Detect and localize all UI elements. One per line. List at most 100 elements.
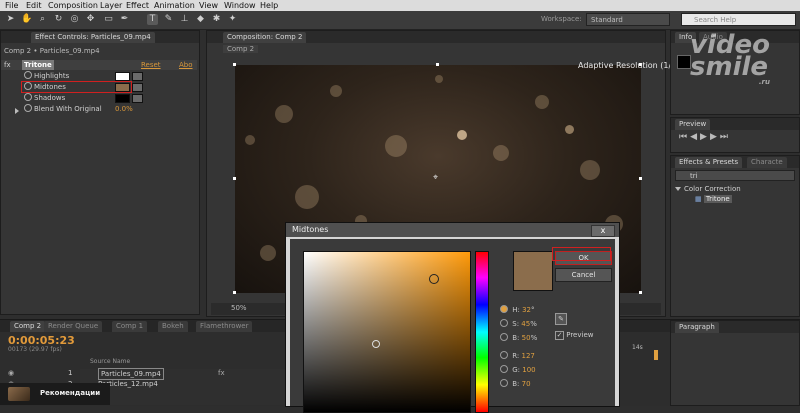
twirl-icon[interactable] <box>15 107 22 117</box>
zoom-select[interactable]: 50% <box>231 304 247 312</box>
menu-effect[interactable]: Effect <box>126 0 149 11</box>
resize-handle[interactable] <box>233 291 236 294</box>
workspace-label: Workspace: <box>541 15 582 23</box>
layer-row[interactable]: ◉ 1 Particles_09.mp4 fx <box>8 368 288 380</box>
pen-tool-icon[interactable]: ✒ <box>119 14 130 25</box>
preview-tabbar: Preview <box>671 118 799 130</box>
category-color-correction[interactable]: Color Correction <box>675 185 741 193</box>
resize-handle[interactable] <box>639 291 642 294</box>
menu-file[interactable]: File <box>5 0 18 11</box>
rectangle-tool-icon[interactable]: ▭ <box>103 14 114 25</box>
effect-header-row: fx Tritone Reset Abo <box>1 60 197 70</box>
tab-comp-2[interactable]: Comp 2 <box>10 321 46 332</box>
menu-layer[interactable]: Layer <box>100 0 122 11</box>
menu-view[interactable]: View <box>199 0 218 11</box>
red-field[interactable]: R: 127 <box>500 351 535 361</box>
effect-item-label: Tritone <box>703 195 732 203</box>
tab-effects-presets[interactable]: Effects & Presets <box>675 157 743 168</box>
bokeh-particle <box>493 145 509 161</box>
highlights-swatch[interactable] <box>115 72 130 81</box>
hue-slider[interactable] <box>475 251 489 413</box>
tab-comp-1[interactable]: Comp 1 <box>112 321 148 332</box>
zoom-tool-icon[interactable]: ⌕ <box>37 14 48 25</box>
cancel-button[interactable]: Cancel <box>555 268 612 282</box>
playback-controls[interactable]: ⏮◀▶▶⏭ <box>679 132 731 142</box>
resize-handle[interactable] <box>233 177 236 180</box>
brightness-field[interactable]: B: 50% <box>500 333 537 343</box>
roto-brush-tool-icon[interactable]: ✱ <box>211 14 222 25</box>
fx-icon[interactable]: fx <box>4 60 11 70</box>
hue-field[interactable]: H: 32° <box>500 305 535 315</box>
tab-preview[interactable]: Preview <box>675 119 711 130</box>
radio-icon <box>500 379 508 387</box>
hand-tool-icon[interactable]: ✋ <box>21 14 32 25</box>
selection-tool-icon[interactable]: ➤ <box>5 14 16 25</box>
recommendations-thumbnail <box>8 387 30 401</box>
tab-bokeh[interactable]: Bokeh <box>158 321 188 332</box>
pan-behind-tool-icon[interactable]: ✥ <box>85 14 96 25</box>
effect-name[interactable]: Tritone <box>22 60 54 70</box>
param-row-midtones: Midtones <box>1 81 197 93</box>
tab-flamethrower[interactable]: Flamethrower <box>196 321 253 332</box>
param-row-blend: Blend With Original 0.0% <box>1 104 197 114</box>
menu-window[interactable]: Window <box>224 0 256 11</box>
rotate-tool-icon[interactable]: ↻ <box>53 14 64 25</box>
resize-handle[interactable] <box>436 63 439 66</box>
saturation-field[interactable]: S: 45% <box>500 319 537 329</box>
bokeh-particle <box>580 160 600 180</box>
green-field[interactable]: G: 100 <box>500 365 536 375</box>
puppet-tool-icon[interactable]: ✦ <box>227 14 238 25</box>
visibility-eye-icon[interactable]: ◉ <box>8 368 14 378</box>
eraser-tool-icon[interactable]: ◆ <box>195 14 206 25</box>
tab-character[interactable]: Characte <box>747 157 787 168</box>
frame-rate-readout: 00173 (29.97 fps) <box>8 346 62 353</box>
shadows-swatch[interactable] <box>115 94 130 103</box>
eyedropper-icon[interactable] <box>132 83 143 92</box>
anchor-crosshair-icon[interactable]: ⌖ <box>433 173 438 183</box>
saturation-brightness-field[interactable] <box>303 251 471 413</box>
type-tool-icon[interactable]: T <box>147 14 158 25</box>
brush-tool-icon[interactable]: ✎ <box>163 14 174 25</box>
eyedropper-icon[interactable] <box>132 94 143 103</box>
blend-value[interactable]: 0.0% <box>115 104 133 114</box>
breadcrumb: Comp 2 • Particles_09.mp4 <box>4 47 100 55</box>
menu-help[interactable]: Help <box>260 0 278 11</box>
bokeh-particle <box>435 75 443 83</box>
search-help-input[interactable]: Search Help <box>681 13 796 26</box>
radio-icon <box>500 319 508 327</box>
info-color-swatch <box>677 55 691 69</box>
comp-sub-tab[interactable]: Comp 2 <box>223 45 259 53</box>
resize-handle[interactable] <box>639 177 642 180</box>
fx-switch-icon[interactable]: fx <box>218 368 225 378</box>
clone-stamp-tool-icon[interactable]: ⊥ <box>179 14 190 25</box>
tab-composition[interactable]: Composition: Comp 2 <box>223 32 307 43</box>
about-link[interactable]: Abo <box>179 60 193 70</box>
blue-field[interactable]: B: 70 <box>500 379 531 389</box>
tab-effect-controls[interactable]: Effect Controls: Particles_09.mp4 <box>31 32 155 43</box>
camera-tool-icon[interactable]: ◎ <box>69 14 80 25</box>
param-label: Blend With Original <box>34 105 102 113</box>
recommendations-badge[interactable]: Рекомендации <box>0 383 110 405</box>
preview-panel: Preview ⏮◀▶▶⏭ <box>670 117 800 153</box>
effects-search-input[interactable]: tri <box>675 170 795 181</box>
effect-item-tritone[interactable]: ▦ Tritone <box>695 195 732 203</box>
eyedropper-icon[interactable] <box>132 72 143 81</box>
eyedropper-icon[interactable]: ✎ <box>555 313 567 325</box>
paragraph-tabbar: Paragraph <box>671 321 799 333</box>
workspace-select[interactable]: Standard <box>586 13 670 26</box>
menu-edit[interactable]: Edit <box>26 0 42 11</box>
menu-animation[interactable]: Animation <box>154 0 195 11</box>
param-label: Highlights <box>34 72 70 80</box>
tab-paragraph[interactable]: Paragraph <box>675 322 719 333</box>
layer-index: 1 <box>68 369 73 377</box>
reset-link[interactable]: Reset <box>141 60 161 70</box>
preview-checkbox[interactable]: ✓ Preview <box>555 331 593 340</box>
recommendations-label: Рекомендации <box>40 389 101 397</box>
color-picker-cursor[interactable] <box>429 274 439 284</box>
menu-composition[interactable]: Composition <box>48 0 98 11</box>
tab-render-queue[interactable]: Render Queue <box>44 321 103 332</box>
menu-bar: File Edit Composition Layer Effect Anima… <box>0 0 800 11</box>
close-button[interactable]: x <box>591 225 615 237</box>
work-area-end[interactable] <box>654 350 658 360</box>
resize-handle[interactable] <box>233 63 236 66</box>
